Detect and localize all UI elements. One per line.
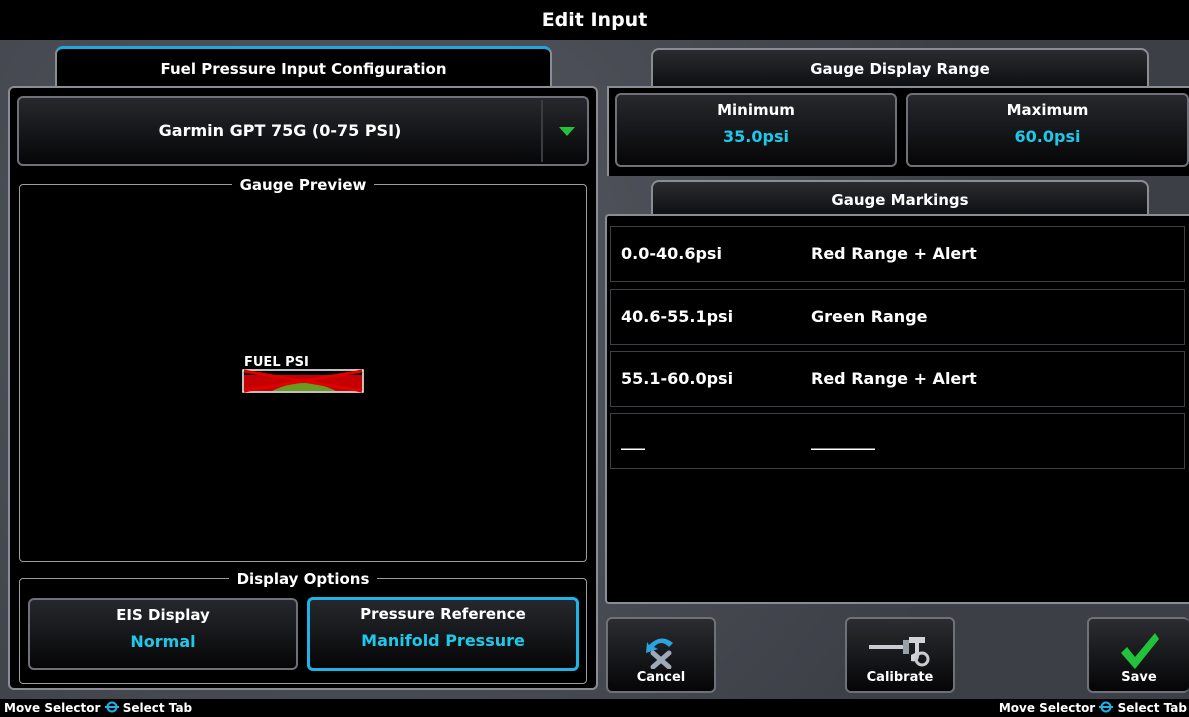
knob-icon (104, 701, 119, 713)
display-options-title: Display Options (228, 570, 378, 588)
status-left: Move Selector Select Tab (4, 699, 192, 717)
knob-icon (1099, 701, 1114, 713)
maximum-button[interactable]: Maximum 60.0psi (906, 93, 1189, 167)
select-tab-hint: Select Tab (122, 701, 193, 715)
dropdown-divider (541, 100, 543, 162)
pressure-reference-button[interactable]: Pressure Reference Manifold Pressure (307, 597, 579, 671)
gauge-preview-group: Gauge Preview FUEL PSI (19, 176, 587, 562)
triangle-down-icon[interactable] (559, 127, 575, 136)
cancel-label: Cancel (636, 670, 686, 685)
marking-row[interactable]: 40.6-55.1psi Green Range (610, 289, 1185, 345)
marking-row[interactable]: 0.0-40.6psi Red Range + Alert (610, 226, 1185, 282)
sensor-dropdown[interactable]: Garmin GPT 75G (0-75 PSI) (17, 96, 589, 166)
marking-type: ________ (811, 431, 875, 450)
move-selector-hint: Move Selector (998, 701, 1096, 715)
window-title: Edit Input (0, 0, 1189, 40)
minimum-button[interactable]: Minimum 35.0psi (615, 93, 897, 167)
tab-label: Fuel Pressure Input Configuration (160, 60, 447, 78)
marking-type: Red Range + Alert (811, 244, 977, 263)
calibrate-label: Calibrate (866, 670, 934, 685)
tab-gauge-markings[interactable]: Gauge Markings (651, 180, 1149, 218)
minimum-value: 35.0psi (723, 127, 789, 146)
eis-display-value: Normal (130, 632, 196, 651)
calibrate-button[interactable]: Calibrate (845, 617, 955, 693)
maximum-label: Maximum (1006, 101, 1089, 119)
eis-display-button[interactable]: EIS Display Normal (28, 598, 298, 670)
tab-label: Gauge Display Range (810, 60, 990, 78)
marking-range: 0.0-40.6psi (621, 244, 722, 263)
pressure-reference-label: Pressure Reference (360, 605, 526, 623)
tab-label: Gauge Markings (831, 191, 969, 209)
marking-range: 55.1-60.0psi (621, 369, 734, 388)
checkmark-icon (1089, 631, 1189, 675)
cancel-undo-icon (608, 631, 714, 673)
save-label: Save (1121, 670, 1157, 685)
marking-row-empty[interactable]: ___ ________ (610, 413, 1185, 469)
select-tab-hint: Select Tab (1117, 701, 1187, 715)
marking-range: 40.6-55.1psi (621, 307, 734, 326)
marking-row[interactable]: 55.1-60.0psi Red Range + Alert (610, 351, 1185, 407)
marking-range: ___ (621, 431, 645, 450)
gauge-preview-title: Gauge Preview (231, 176, 375, 194)
calibrate-icon (847, 631, 953, 671)
save-button[interactable]: Save (1087, 617, 1189, 693)
minimum-label: Minimum (717, 101, 795, 119)
sensor-dropdown-value: Garmin GPT 75G (0-75 PSI) (158, 121, 402, 140)
eis-display-label: EIS Display (116, 606, 210, 624)
maximum-value: 60.0psi (1014, 127, 1081, 146)
status-bar: Move Selector Select Tab Move Selector S… (0, 699, 1189, 717)
tab-gauge-display-range[interactable]: Gauge Display Range (651, 48, 1149, 88)
move-selector-hint: Move Selector (4, 701, 101, 715)
marking-type: Green Range (811, 307, 928, 326)
pressure-reference-value: Manifold Pressure (361, 631, 525, 650)
status-right: Move Selector Select Tab (999, 699, 1187, 717)
gauge-label: FUEL PSI (244, 355, 309, 370)
cancel-button[interactable]: Cancel (606, 617, 716, 693)
fuel-psi-gauge-invalid (242, 369, 364, 393)
marking-type: Red Range + Alert (811, 369, 977, 388)
tab-fuel-pressure-config[interactable]: Fuel Pressure Input Configuration (55, 46, 552, 90)
